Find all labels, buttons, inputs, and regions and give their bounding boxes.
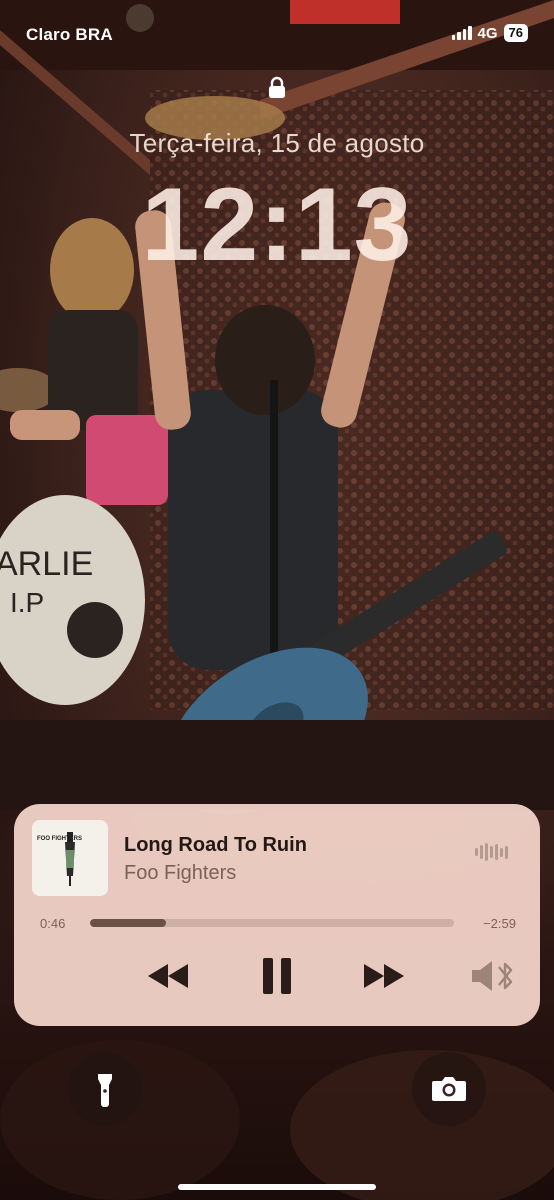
album-artwork[interactable]: FOO FIGHTERS bbox=[32, 820, 108, 896]
flashlight-icon bbox=[98, 1074, 112, 1107]
rewind-icon bbox=[148, 964, 188, 988]
playback-progress-fill bbox=[90, 919, 167, 927]
carrier-label: Claro BRA bbox=[26, 25, 113, 44]
waveform-icon bbox=[475, 842, 508, 862]
home-indicator[interactable] bbox=[178, 1184, 376, 1190]
artwork-label: FOO FIGHTERS bbox=[37, 836, 82, 842]
svg-text:ARLIE: ARLIE bbox=[0, 545, 93, 583]
now-playing-widget[interactable]: FOO FIGHTERS Long Road To Ruin Foo Fight… bbox=[14, 804, 540, 1026]
status-bar: Claro BRA 4G 76 bbox=[0, 0, 554, 60]
network-type-label: 4G bbox=[477, 24, 498, 42]
fast-forward-button[interactable] bbox=[362, 962, 406, 990]
camera-button[interactable] bbox=[412, 1052, 486, 1126]
lock-icon bbox=[269, 76, 285, 98]
status-indicators: 4G 76 bbox=[451, 24, 528, 42]
pause-button[interactable] bbox=[260, 956, 294, 996]
track-title: Long Road To Ruin bbox=[124, 834, 307, 856]
elapsed-time: 0:46 bbox=[40, 916, 66, 931]
pause-icon bbox=[263, 958, 291, 994]
forward-icon bbox=[364, 964, 404, 988]
camera-icon bbox=[432, 1077, 466, 1101]
lock-screen-date: Terça-feira, 15 de agosto bbox=[129, 128, 425, 158]
playback-progress-bar[interactable] bbox=[90, 919, 454, 927]
audio-output-button[interactable] bbox=[470, 958, 516, 994]
remaining-time: −2:59 bbox=[483, 916, 516, 931]
lock-screen-time: 12:13 bbox=[141, 167, 413, 283]
track-artist: Foo Fighters bbox=[124, 862, 237, 884]
battery-indicator: 76 bbox=[503, 24, 528, 42]
flashlight-button[interactable] bbox=[68, 1052, 142, 1126]
rewind-button[interactable] bbox=[146, 962, 190, 990]
svg-text:I.P: I.P bbox=[10, 587, 44, 618]
speaker-bluetooth-icon bbox=[472, 961, 513, 991]
cellular-signal-icon bbox=[451, 26, 472, 40]
